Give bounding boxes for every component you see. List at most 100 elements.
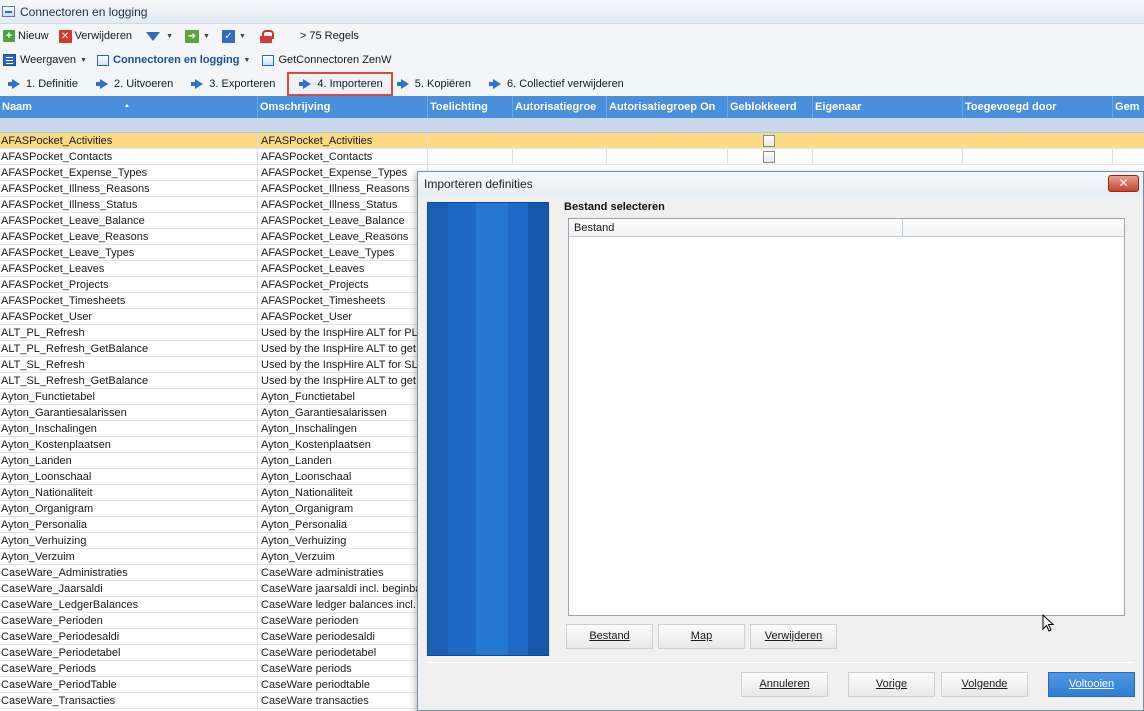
grid-filter-row[interactable] — [0, 118, 1144, 133]
cell-name: Ayton_Inschalingen — [0, 421, 258, 437]
close-button[interactable]: ✕ — [1108, 175, 1139, 192]
cell-description: AFASPocket_Activities — [258, 133, 428, 149]
delete-icon: ✕ — [58, 29, 72, 43]
blocked-checkbox[interactable] — [763, 135, 775, 147]
cell-description: Ayton_Verhuizing — [258, 533, 428, 549]
column-header-autorisatiegroep[interactable]: Autorisatiegroe — [513, 96, 607, 118]
table-row[interactable]: AFASPocket_Activities AFASPocket_Activiti… — [0, 133, 1144, 149]
cell-name: CaseWare_PeriodTable — [0, 677, 258, 693]
dialog-divider — [427, 662, 1134, 663]
chevron-down-icon: ▼ — [203, 32, 210, 40]
cell-name: ALT_SL_Refresh — [0, 357, 258, 373]
new-button-label: Nieuw — [18, 30, 49, 42]
table-row[interactable]: AFASPocket_Contacts AFASPocket_Contacts — [0, 149, 1144, 165]
previous-button[interactable]: Vorige — [848, 672, 935, 697]
cell-description: Ayton_Organigram — [258, 501, 428, 517]
filter-button[interactable]: ▼ — [143, 25, 176, 47]
check-button[interactable]: ✓ ▼ — [219, 25, 249, 47]
column-header-bestand[interactable]: Bestand — [569, 219, 903, 237]
finish-button[interactable]: Voltooien — [1048, 672, 1135, 697]
chevron-down-icon: ▼ — [243, 56, 251, 64]
cell-name: Ayton_Verhuizing — [0, 533, 258, 549]
cell-description: Used by the InspHire ALT to get — [258, 373, 428, 389]
new-button[interactable]: + Nieuw — [0, 25, 52, 47]
step-importeren[interactable]: 4. Importeren — [287, 72, 393, 96]
cell-name: Ayton_Kostenplaatsen — [0, 437, 258, 453]
getconnector-view-label: GetConnectoren ZenW — [278, 54, 392, 66]
views-button[interactable]: Weergaven ▼ — [0, 49, 90, 71]
folder-button[interactable]: Map — [658, 624, 745, 649]
cell-description: AFASPocket_Expense_Types — [258, 165, 428, 181]
step-label: 5. Kopiëren — [414, 78, 472, 90]
window-title: Connectoren en logging — [20, 4, 148, 19]
column-header-naam[interactable]: Naam ▲ — [0, 96, 258, 118]
delete-button[interactable]: ✕ Verwijderen — [56, 25, 135, 47]
cell-name: AFASPocket_Illness_Status — [0, 197, 258, 213]
cell-name: AFASPocket_Illness_Reasons — [0, 181, 258, 197]
cell-name: AFASPocket_Leave_Reasons — [0, 229, 258, 245]
cell-description: Ayton_Landen — [258, 453, 428, 469]
column-header-omschrijving[interactable]: Omschrijving — [258, 96, 428, 118]
chevron-down-icon: ▼ — [238, 32, 246, 40]
arrow-right-icon — [299, 79, 312, 89]
cell-description: CaseWare periodetabel — [258, 645, 428, 661]
column-header-autorisatiegroep-on[interactable]: Autorisatiegroep On — [607, 96, 728, 118]
cell-description: Ayton_Functietabel — [258, 389, 428, 405]
cancel-button[interactable]: Annuleren — [741, 672, 828, 697]
views-button-label: Weergaven — [20, 54, 77, 66]
cell-name: CaseWare_Jaarsaldi — [0, 581, 258, 597]
remove-button[interactable]: Verwijderen — [750, 624, 837, 649]
chevron-down-icon: ▼ — [166, 32, 173, 40]
action-button[interactable]: ➜ ▼ — [182, 25, 213, 47]
cell-description: AFASPocket_Timesheets — [258, 293, 428, 309]
step-label: 1. Definitie — [26, 78, 78, 90]
column-header-label: Gem — [1115, 101, 1140, 113]
cell-description: AFASPocket_Leave_Reasons — [258, 229, 428, 245]
column-header-toegevoegd-door[interactable]: Toegevoegd door — [963, 96, 1113, 118]
cell-description: Used by the InspHire ALT for SL — [258, 357, 428, 373]
cell-name: CaseWare_LedgerBalances — [0, 597, 258, 613]
file-list[interactable]: Bestand — [568, 218, 1125, 616]
cell-description: Ayton_Personalia — [258, 517, 428, 533]
column-header-eigenaar[interactable]: Eigenaar — [813, 96, 963, 118]
step-exporteren[interactable]: 3. Exporteren — [181, 73, 283, 95]
section-title: Bestand selecteren — [564, 201, 665, 213]
cell-description: AFASPocket_Contacts — [258, 149, 428, 165]
column-header-gemaakt[interactable]: Gem — [1113, 96, 1144, 118]
step-uitvoeren[interactable]: 2. Uitvoeren — [86, 73, 181, 95]
next-button[interactable]: Volgende — [941, 672, 1028, 697]
cell-name: Ayton_Personalia — [0, 517, 258, 533]
getconnector-view-button[interactable]: GetConnectoren ZenW — [259, 49, 394, 71]
cell-description: CaseWare periodesaldi — [258, 629, 428, 645]
cell-description: Used by the InspHire ALT for PL — [258, 325, 428, 341]
cell-name: Ayton_Organigram — [0, 501, 258, 517]
cell-name: CaseWare_Periods — [0, 661, 258, 677]
cell-name: Ayton_Nationaliteit — [0, 485, 258, 501]
step-definitie[interactable]: 1. Definitie — [0, 73, 86, 95]
cell-name: CaseWare_Transacties — [0, 693, 258, 709]
column-header-label: Toelichting — [430, 101, 488, 113]
connector-icon — [262, 54, 275, 66]
cell-description: AFASPocket_Illness_Reasons — [258, 181, 428, 197]
step-kopieren[interactable]: 5. Kopiëren — [395, 73, 479, 95]
cell-description: Used by the InspHire ALT to get — [258, 341, 428, 357]
lock-button[interactable] — [253, 25, 279, 47]
cell-description: AFASPocket_Leave_Balance — [258, 213, 428, 229]
wizard-banner — [427, 202, 549, 656]
cell-description: Ayton_Verzuim — [258, 549, 428, 565]
blocked-checkbox[interactable] — [763, 151, 775, 163]
rules-count-button[interactable]: > 75 Regels — [297, 25, 362, 47]
file-button[interactable]: Bestand — [566, 624, 653, 649]
main-toolbar: + Nieuw ✕ Verwijderen ▼ ➜ ▼ ✓ ▼ > 75 Reg… — [0, 24, 1144, 48]
cell-description: Ayton_Loonschaal — [258, 469, 428, 485]
column-header-toelichting[interactable]: Toelichting — [428, 96, 513, 118]
step-collectief-verwijderen[interactable]: 6. Collectief verwijderen — [479, 73, 632, 95]
column-header-label: Omschrijving — [260, 101, 331, 113]
column-header-geblokkeerd[interactable]: Geblokkeerd — [728, 96, 813, 118]
cell-description: CaseWare ledger balances incl. o — [258, 597, 428, 613]
cell-name: AFASPocket_Leave_Types — [0, 245, 258, 261]
cell-name: AFASPocket_Leaves — [0, 261, 258, 277]
connectors-view-button[interactable]: Connectoren en logging ▼ — [94, 49, 253, 71]
step-label: 2. Uitvoeren — [113, 78, 174, 90]
rules-count-label: > 75 Regels — [299, 30, 359, 42]
